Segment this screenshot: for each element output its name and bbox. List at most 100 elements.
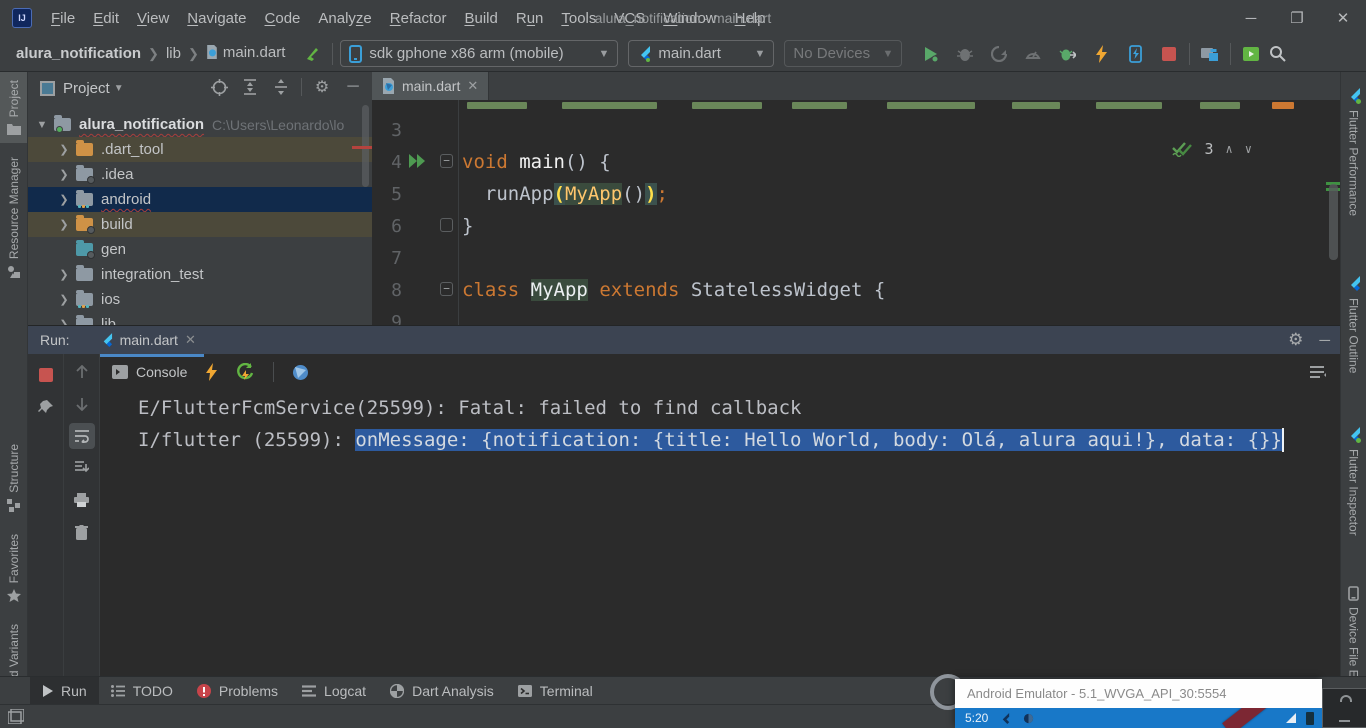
settings-gear-icon[interactable]: ⚙ [1288,330,1303,350]
collapse-all-icon[interactable] [270,76,292,98]
editor-tab-main-dart[interactable]: main.dart ✕ [372,72,489,100]
chevron-collapsed-icon[interactable]: ❯ [58,168,70,181]
hot-restart-icon[interactable] [236,363,255,381]
menu-file[interactable]: File [42,6,84,31]
hide-panel-icon[interactable]: ─ [342,76,364,98]
pin-tab-icon[interactable] [33,394,59,420]
breadcrumb-item-main.dart[interactable]: main.dart [206,44,286,64]
hot-restart-icon[interactable] [1122,41,1148,67]
stripe-item-flutter-inspector[interactable]: Flutter Inspector [1341,419,1366,544]
hide-panel-icon[interactable]: ─ [1319,332,1330,349]
next-problem-icon[interactable]: ∨ [1245,142,1252,156]
prev-problem-icon[interactable]: ∧ [1226,142,1233,156]
menu-run[interactable]: Run [507,6,553,31]
device-selector-dropdown[interactable]: sdk gphone x86 arm (mobile) ▼ [340,40,618,67]
menu-view[interactable]: View [128,6,178,31]
run-tab-main-dart[interactable]: main.dart ✕ [92,326,204,354]
hot-reload-icon[interactable] [1088,41,1114,67]
console-options-icon[interactable] [1310,365,1328,379]
scroll-up-icon[interactable] [69,359,95,385]
attach-debugger-icon[interactable] [1054,41,1080,67]
fold-marker-icon[interactable] [440,218,453,232]
chevron-collapsed-icon[interactable]: ❯ [58,193,70,206]
fold-marker-icon[interactable]: − [440,154,453,168]
profiler-icon[interactable] [1020,41,1046,67]
inspections-widget[interactable]: 3 ∧ ∨ [1171,140,1253,158]
tool-window-button-problems[interactable]: Problems [185,677,290,704]
project-structure-icon[interactable] [1197,41,1223,67]
stripe-item-project[interactable]: Project [0,72,27,143]
tree-item-build[interactable]: ❯build [28,212,372,237]
tree-item-lib[interactable]: ❯lib [28,312,372,325]
console-tab[interactable]: Console [112,364,187,380]
stop-icon[interactable] [1156,41,1182,67]
clear-all-icon[interactable] [69,519,95,545]
tree-item-android[interactable]: ❯android [28,187,372,212]
run-line-icon[interactable] [408,153,428,169]
device-manager-icon[interactable] [1238,41,1264,67]
expand-all-icon[interactable] [239,76,261,98]
menu-navigate[interactable]: Navigate [178,6,255,31]
open-devtools-icon[interactable] [292,364,309,381]
code-viewport[interactable]: 34−void main() {5 runApp(MyApp());6}78−c… [372,100,1340,325]
menu-tools[interactable]: Tools [552,6,605,31]
close-tab-icon[interactable]: ✕ [185,332,196,348]
close-icon[interactable]: ✕ [1320,0,1366,36]
stripe-item-flutter-outline[interactable]: Flutter Outline [1341,268,1366,381]
chevron-collapsed-icon[interactable]: ❯ [58,268,70,281]
run-icon[interactable] [918,41,944,67]
flutter-attach-icon[interactable] [299,41,325,67]
scroll-down-icon[interactable] [69,391,95,417]
chevron-collapsed-icon[interactable]: ❯ [58,318,70,325]
tree-item-root[interactable]: ▼alura_notificationC:\Users\Leonardo\lo [28,112,372,137]
chevron-collapsed-icon[interactable]: ❯ [58,218,70,231]
print-icon[interactable] [69,487,95,513]
run-config-dropdown[interactable]: main.dart ▼ [628,40,774,67]
editor-scrollbar[interactable] [1329,184,1338,260]
restore-icon[interactable]: ❐ [1274,0,1320,36]
tool-window-button-logcat[interactable]: Logcat [290,677,378,704]
debug-icon[interactable] [952,41,978,67]
tree-item-.dart_tool[interactable]: ❯.dart_tool [28,137,372,162]
tree-item-integration_test[interactable]: ❯integration_test [28,262,372,287]
stripe-item-resource-manager[interactable]: Resource Manager [0,149,27,286]
tree-item-ios[interactable]: ❯ios [28,287,372,312]
coverage-icon[interactable] [986,41,1012,67]
fold-marker-icon[interactable]: − [440,282,453,296]
tool-window-quick-access-icon[interactable] [8,709,24,724]
scroll-to-end-icon[interactable] [69,455,95,481]
android-emulator-window[interactable]: Android Emulator - 5.1_WVGA_API_30:5554 … [955,679,1322,728]
chevron-collapsed-icon[interactable]: ❯ [58,293,70,306]
menu-edit[interactable]: Edit [84,6,128,31]
hot-reload-icon[interactable] [205,363,218,381]
menu-vcs[interactable]: VCS [605,6,654,31]
stripe-item-structure[interactable]: Structure [0,436,27,520]
settings-gear-icon[interactable]: ⚙ [311,76,333,98]
chevron-expanded-icon[interactable]: ▼ [36,119,48,131]
chevron-collapsed-icon[interactable]: ❯ [58,143,70,156]
stripe-item-favorites[interactable]: Favorites [0,526,27,610]
flutter-device-dropdown[interactable]: No Devices ▼ [784,40,902,67]
breadcrumb-item-lib[interactable]: lib [166,45,181,62]
menu-analyze[interactable]: Analyze [309,6,380,31]
close-tab-icon[interactable]: ✕ [467,78,478,94]
search-everywhere-icon[interactable] [1264,41,1290,67]
tool-window-button-terminal[interactable]: Terminal [506,677,605,704]
minimize-icon[interactable]: ─ [1228,0,1274,36]
tree-item-gen[interactable]: gen [28,237,372,262]
menu-window[interactable]: Window [654,6,725,31]
breadcrumb-item-alura_notification[interactable]: alura_notification [16,45,141,62]
tool-window-button-dart-analysis[interactable]: Dart Analysis [378,677,506,704]
soft-wrap-icon[interactable] [69,423,95,449]
locate-file-icon[interactable] [208,76,230,98]
menu-code[interactable]: Code [256,6,310,31]
tool-window-button-todo[interactable]: TODO [99,677,185,704]
menu-help[interactable]: Help [726,6,775,31]
console-output[interactable]: E/FlutterFcmService(25599): Fatal: faile… [100,390,1340,676]
stop-process-icon[interactable] [33,362,59,388]
tree-item-.idea[interactable]: ❯.idea [28,162,372,187]
tool-window-button-run[interactable]: Run [30,677,99,704]
menu-build[interactable]: Build [455,6,506,31]
project-view-title[interactable]: Project [63,80,110,97]
stripe-item-flutter-performance[interactable]: Flutter Performance [1341,80,1366,224]
